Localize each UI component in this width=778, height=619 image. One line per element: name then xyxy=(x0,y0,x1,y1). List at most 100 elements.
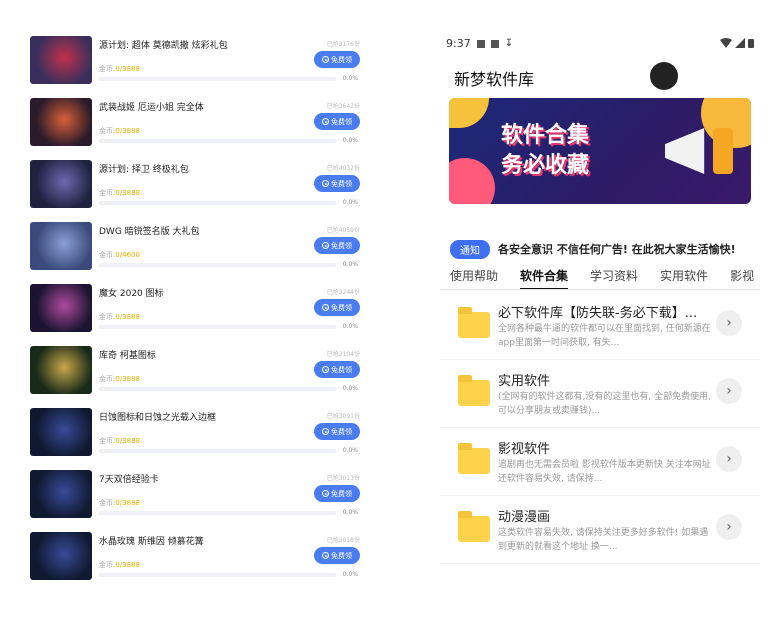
item-thumbnail xyxy=(30,36,92,84)
thumbnail-art xyxy=(30,160,92,208)
list-item[interactable]: 水晶玫瑰 斯维因 倾慕花篝 已抢3018份 金币:0/3888 免费领 0.0% xyxy=(26,526,366,588)
progress-bar xyxy=(99,201,336,205)
progress-bar xyxy=(99,511,336,515)
item-thumbnail xyxy=(30,222,92,270)
progress-bar xyxy=(99,449,336,453)
item-thumbnail xyxy=(30,408,92,456)
claimed-count: 已抢3018份 xyxy=(326,537,360,544)
tab-help[interactable]: 使用帮助 xyxy=(450,267,498,284)
list-item[interactable]: 日蚀图标和日蚀之光载入边框 已抢3091份 金币:0/3888 免费领 0.0% xyxy=(26,402,366,464)
item-price: 金币:0/3888 xyxy=(99,65,140,73)
avatar[interactable] xyxy=(650,62,678,90)
claim-button[interactable]: 免费领 xyxy=(314,547,360,564)
claim-button[interactable]: 免费领 xyxy=(314,485,360,502)
item-price: 金币:0/3888 xyxy=(99,437,140,445)
software-item[interactable]: 动漫漫画 这类软件容易失效, 请保持关注更多好多软件! 如果遇到更新的就看这个地… xyxy=(440,500,760,564)
play-circle-icon xyxy=(322,118,329,125)
progress-bar xyxy=(99,573,336,577)
megaphone-handle xyxy=(713,128,733,174)
tab-study-materials[interactable]: 学习资料 xyxy=(590,267,638,284)
tab-utility-software[interactable]: 实用软件 xyxy=(660,267,708,284)
claimed-count: 已抢3104份 xyxy=(326,351,360,358)
thumbnail-art xyxy=(30,470,92,518)
chevron-right-icon[interactable]: › xyxy=(716,446,742,472)
claimed-count: 已抢3244份 xyxy=(326,289,360,296)
progress-bar xyxy=(99,325,336,329)
chevron-right-icon[interactable]: › xyxy=(716,310,742,336)
item-title: 水晶玫瑰 斯维因 倾慕花篝 xyxy=(99,537,204,547)
download-icon: ↧ xyxy=(504,38,514,49)
wifi-icon xyxy=(720,38,732,48)
promo-banner[interactable]: 软件合集 务必收藏 xyxy=(449,98,751,204)
list-item[interactable]: 武装战姬 厄运小姐 完全体 已抢3642份 金币:0/3888 免费领 0.0% xyxy=(26,92,366,154)
category-tabs: 使用帮助 软件合集 学习资料 实用软件 影视 xyxy=(450,267,760,290)
thumbnail-art xyxy=(30,346,92,394)
signal-icon xyxy=(735,38,745,48)
list-item[interactable]: 库奇 柯基图标 已抢3104份 金币:0/3888 免费领 0.0% xyxy=(26,340,366,402)
claimed-count: 已抢3013份 xyxy=(326,475,360,482)
progress-percent: 0.0% xyxy=(342,323,358,330)
claim-button[interactable]: 免费领 xyxy=(314,299,360,316)
progress-bar xyxy=(99,139,336,143)
list-item[interactable]: 源计划: 超体 莫德凯撒 炫彩礼包 已抢3176份 金币:0/3888 免费领 … xyxy=(26,30,366,92)
notice-tag: 通知 xyxy=(450,239,490,259)
app-screen: 9:37 ↧ 新梦软件库 软件合集 务必收藏 通知 各安全意识 不信任何广告! … xyxy=(440,30,760,590)
item-price: 金币:0/3888 xyxy=(99,499,140,507)
notice-bar[interactable]: 通知 各安全意识 不信任何广告! 在此祝大家生活愉快! xyxy=(450,239,750,259)
list-item[interactable]: DWG 暗锐签名版 大礼包 已抢4059份 金币:0/4600 免费领 0.0% xyxy=(26,216,366,278)
list-item[interactable]: 魔女 2020 图标 已抢3244份 金币:0/3888 免费领 0.0% xyxy=(26,278,366,340)
claimed-count: 已抢3176份 xyxy=(326,41,360,48)
tab-software-collection[interactable]: 软件合集 xyxy=(520,267,569,290)
item-thumbnail xyxy=(30,346,92,394)
list-item[interactable]: 7天双倍经验卡 已抢3013份 金币:0/3888 免费领 0.0% xyxy=(26,464,366,526)
play-circle-icon xyxy=(322,552,329,559)
tab-video[interactable]: 影视 xyxy=(730,267,754,284)
progress-bar xyxy=(99,77,336,81)
banner-decoration xyxy=(449,158,495,204)
item-price: 金币:0/3888 xyxy=(99,313,140,321)
chevron-right-icon[interactable]: › xyxy=(716,378,742,404)
progress-percent: 0.0% xyxy=(342,199,358,206)
folder-icon xyxy=(458,443,490,474)
claim-button[interactable]: 免费领 xyxy=(314,175,360,192)
claim-button[interactable]: 免费领 xyxy=(314,237,360,254)
folder-icon xyxy=(458,511,490,542)
software-item[interactable]: 影视软件 追剧再也无需会员啦 影视软件版本更新快 关注本网址还软件容易失效, 请… xyxy=(440,432,760,496)
claim-button[interactable]: 免费领 xyxy=(314,361,360,378)
software-title: 动漫漫画 xyxy=(498,510,551,525)
status-bar-right xyxy=(720,38,754,48)
claim-button[interactable]: 免费领 xyxy=(314,113,360,130)
banner-text: 软件合集 务必收藏 xyxy=(501,120,589,180)
item-title: 武装战姬 厄运小姐 完全体 xyxy=(99,103,204,113)
app-title: 新梦软件库 xyxy=(454,70,535,89)
software-desc: (全网有的软件这都有,没有的这里也有, 全部免费使用,可以分享朋友或卖赚钱)..… xyxy=(498,392,711,416)
item-price: 金币:0/3888 xyxy=(99,375,140,383)
image-notification-icon xyxy=(476,39,485,48)
folder-icon xyxy=(458,307,490,338)
software-item[interactable]: 实用软件 (全网有的软件这都有,没有的这里也有, 全部免费使用,可以分享朋友或卖… xyxy=(440,364,760,428)
software-desc: 全网各种最牛逼的软件都可以在里面找到, 任何新源在app里面第一时间获取, 有失… xyxy=(498,324,711,348)
item-thumbnail xyxy=(30,160,92,208)
play-circle-icon xyxy=(322,242,329,249)
progress-percent: 0.0% xyxy=(342,137,358,144)
thumbnail-art xyxy=(30,408,92,456)
item-thumbnail xyxy=(30,470,92,518)
claim-button[interactable]: 免费领 xyxy=(314,51,360,68)
thumbnail-art xyxy=(30,532,92,580)
chevron-right-icon[interactable]: › xyxy=(716,514,742,540)
software-desc: 追剧再也无需会员啦 影视软件版本更新快 关注本网址还软件容易失效, 请保持... xyxy=(498,460,711,484)
item-price: 金币:0/3888 xyxy=(99,561,140,569)
claim-button[interactable]: 免费领 xyxy=(314,423,360,440)
banner-decoration xyxy=(449,98,489,128)
notice-text: 各安全意识 不信任何广告! 在此祝大家生活愉快! xyxy=(498,243,736,256)
progress-percent: 0.0% xyxy=(342,509,358,516)
software-item[interactable]: 必下软件库【防失联-务必下载】... 全网各种最牛逼的软件都可以在里面找到, 任… xyxy=(440,296,760,360)
status-bar-left: 9:37 ↧ xyxy=(446,37,513,50)
list-item[interactable]: 源计划: 择卫 终极礼包 已抢4032份 金币:0/3888 免费领 0.0% xyxy=(26,154,366,216)
claimed-count: 已抢4059份 xyxy=(326,227,360,234)
item-price: 金币:0/4600 xyxy=(99,251,140,259)
progress-percent: 0.0% xyxy=(342,571,358,578)
divider xyxy=(440,359,760,360)
play-circle-icon xyxy=(322,56,329,63)
software-desc: 这类软件容易失效, 请保持关注更多好多软件! 如果遇到更新的就看这个地址 换一.… xyxy=(498,528,709,552)
